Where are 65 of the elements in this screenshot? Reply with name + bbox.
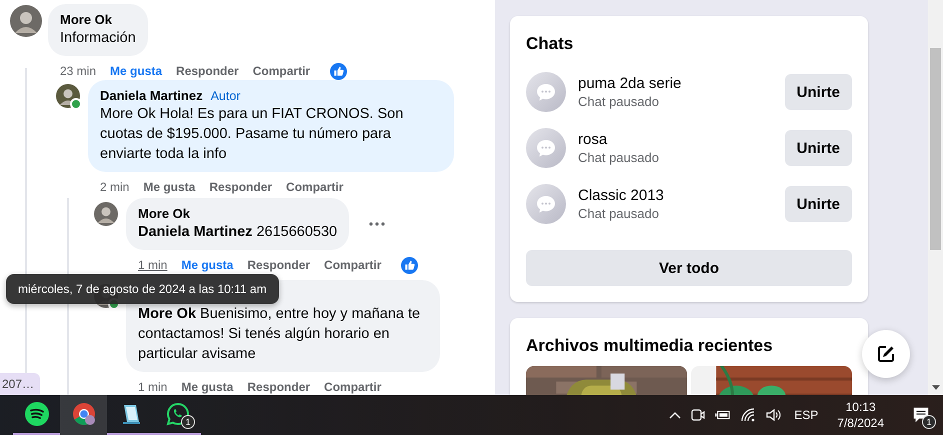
comment-text: Daniela Martinez 2615660530 [138, 223, 338, 242]
sound-waves-icon [24, 402, 48, 426]
more-icon[interactable] [369, 222, 386, 226]
see-all-button[interactable]: Ver todo [526, 250, 852, 286]
like-reaction-icon[interactable] [401, 256, 418, 274]
card-title: Chats [526, 34, 574, 54]
chat-name[interactable]: Classic 2013 [578, 187, 773, 204]
language-indicator[interactable]: ESP [794, 408, 818, 422]
browser-icon [72, 402, 96, 426]
comment-time[interactable]: 1 min [138, 258, 168, 272]
compose-button[interactable] [862, 330, 910, 378]
reply-link[interactable]: Responder [209, 180, 272, 194]
avatar[interactable] [10, 5, 42, 37]
chat-status: Chat pausado [578, 150, 660, 165]
chevron-up-icon[interactable] [669, 411, 682, 419]
comment-time[interactable]: 23 min [60, 64, 96, 78]
camera-icon[interactable] [690, 407, 706, 423]
share-link[interactable]: Compartir [324, 258, 382, 272]
comment-text: More Ok Buenisimo, entre hoy y mañana te contactamos! Si tenés algún horario en particular avisame [138, 305, 422, 364]
wifi-icon[interactable] [740, 407, 756, 423]
scrollbar-thumb[interactable] [930, 48, 941, 250]
speaker-icon[interactable] [765, 407, 782, 423]
join-button[interactable]: Unirte [784, 130, 852, 166]
join-button[interactable]: Unirte [784, 186, 852, 222]
comment-text: More Ok Hola! Es para un FIAT CRONOS. Son cuotas de $195.000. Pasame tu número para enviarte toda la info [100, 105, 404, 164]
clock[interactable]: 10:13 7/8/2024 [837, 399, 884, 431]
phone-bubble-icon [166, 402, 190, 426]
author-label: Autor [210, 88, 240, 104]
like-link[interactable]: Me gusta [181, 380, 234, 394]
chat-status: Chat pausado [578, 94, 660, 109]
author-name[interactable]: More Ok [60, 12, 112, 28]
chat-name[interactable]: rosa [578, 131, 773, 148]
avatar[interactable] [94, 202, 118, 226]
author-name[interactable]: Daniela Martinez [100, 88, 203, 104]
chat-bubble-icon [526, 72, 566, 112]
share-link[interactable]: Compartir [324, 380, 382, 394]
share-link[interactable]: Compartir [252, 64, 310, 78]
like-reaction-icon[interactable] [330, 62, 348, 80]
chat-bubble-icon [526, 184, 566, 224]
like-link[interactable]: Me gusta [110, 64, 162, 78]
edit-icon [876, 344, 896, 364]
card-title: Archivos multimedia recientes [526, 336, 774, 356]
scroll-down-icon[interactable] [932, 385, 940, 390]
like-link[interactable]: Me gusta [181, 258, 234, 272]
count-badge: 1 [181, 415, 195, 429]
join-button[interactable]: Unirte [784, 74, 852, 110]
like-link[interactable]: Me gusta [143, 180, 196, 194]
count-badge: 1 [922, 415, 936, 429]
share-link[interactable]: Compartir [286, 180, 344, 194]
scrollbar[interactable] [928, 0, 943, 395]
author-name[interactable]: More Ok [138, 206, 190, 222]
taskbar-app[interactable]: 1 [154, 395, 201, 435]
clock-time: 10:13 [846, 399, 876, 415]
comment-text: Información [60, 29, 136, 48]
comment-time[interactable]: 1 min [138, 380, 168, 394]
tag-chip[interactable]: 207… [0, 373, 40, 395]
reply-link[interactable]: Responder [247, 258, 310, 272]
chat-name[interactable]: puma 2da serie [578, 75, 773, 92]
chat-bubble-icon [526, 128, 566, 168]
chat-status: Chat pausado [578, 206, 660, 221]
clock-date: 7/8/2024 [837, 415, 884, 431]
reply-link[interactable]: Responder [247, 380, 310, 394]
comment-time[interactable]: 2 min [100, 180, 130, 194]
reply-link[interactable]: Responder [176, 64, 239, 78]
timestamp-tooltip: miércoles, 7 de agosto de 2024 a las 10:11 am [6, 274, 279, 304]
